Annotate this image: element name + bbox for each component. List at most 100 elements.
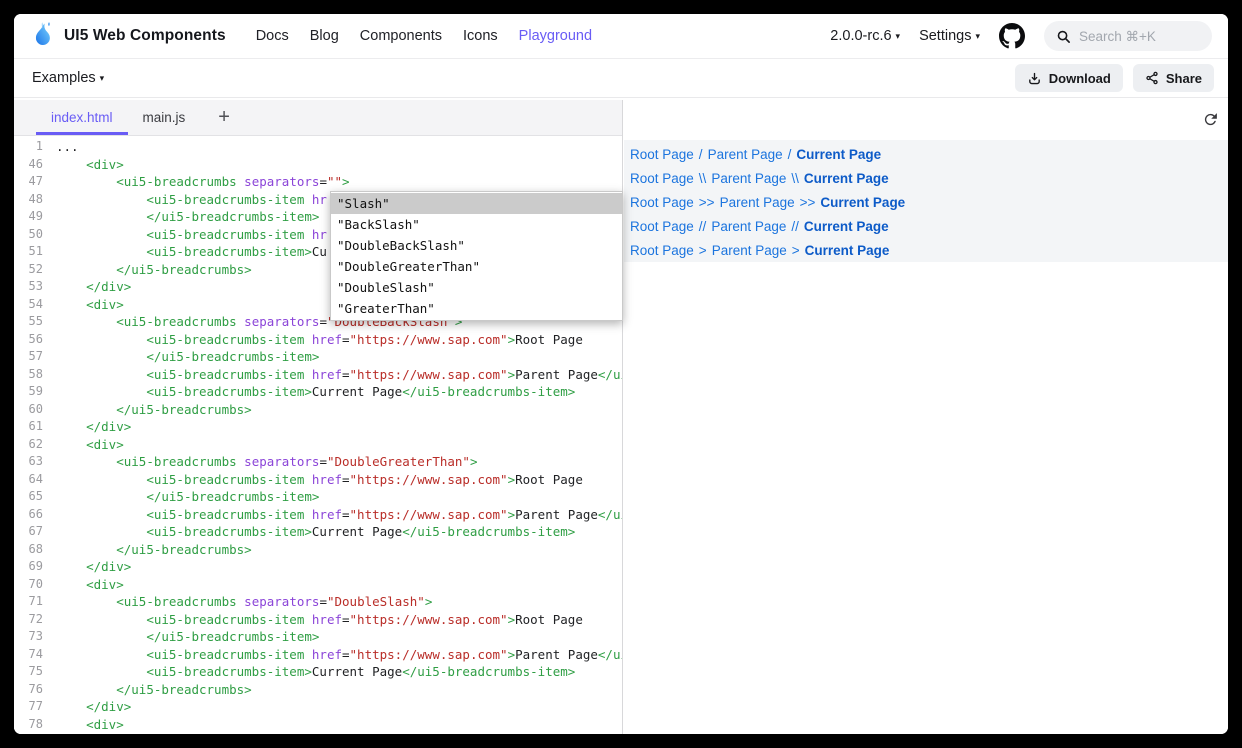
breadcrumb-link[interactable]: Parent Page bbox=[711, 219, 786, 234]
examples-dropdown[interactable]: Examples▾ bbox=[32, 69, 104, 87]
line-content: </ui5-breadcrumbs> bbox=[56, 541, 252, 559]
code-line: 61 </div> bbox=[14, 418, 622, 436]
code-line: 64 <ui5-breadcrumbs-item href="https://w… bbox=[14, 471, 622, 489]
breadcrumb-link[interactable]: Parent Page bbox=[712, 243, 787, 258]
line-number: 47 bbox=[14, 173, 56, 191]
breadcrumb-row: Root Page//Parent Page//Current Page bbox=[630, 214, 1228, 238]
editor-tab-main.js[interactable]: main.js bbox=[128, 100, 201, 135]
code-line: 59 <ui5-breadcrumbs-item>Current Page</u… bbox=[14, 383, 622, 401]
top-navbar: UI5 Web Components Docs Blog Components Ico… bbox=[14, 14, 1228, 59]
line-content: </ui5-breadcrumbs> bbox=[56, 261, 252, 279]
nav-link-icons[interactable]: Icons bbox=[463, 28, 498, 44]
line-content: <ui5-breadcrumbs-item href="https://www.… bbox=[56, 331, 583, 349]
code-line: 56 <ui5-breadcrumbs-item href="https://w… bbox=[14, 331, 622, 349]
line-number: 57 bbox=[14, 348, 56, 366]
preview-topbar bbox=[624, 100, 1228, 140]
breadcrumb-link[interactable]: Root Page bbox=[630, 219, 694, 234]
line-content: <div> bbox=[56, 436, 124, 454]
code-editor-pane[interactable]: index.htmlmain.js + 1...46 <div>47 <ui5-… bbox=[14, 100, 623, 734]
line-content: <ui5-breadcrumbs separators="DoubleSlash… bbox=[56, 593, 432, 611]
breadcrumb-link[interactable]: Root Page bbox=[630, 243, 694, 258]
code-line: 76 </ui5-breadcrumbs> bbox=[14, 681, 622, 699]
line-number: 77 bbox=[14, 698, 56, 716]
code-line: 75 <ui5-breadcrumbs-item>Current Page</u… bbox=[14, 663, 622, 681]
line-content: </ui5-breadcrumbs> bbox=[56, 401, 252, 419]
nav-link-blog[interactable]: Blog bbox=[310, 28, 339, 44]
code-line: 47 <ui5-breadcrumbs separators=""> bbox=[14, 173, 622, 191]
breadcrumb-current-page: Current Page bbox=[804, 171, 889, 186]
share-button[interactable]: Share bbox=[1133, 64, 1214, 92]
editor-tabs: index.htmlmain.js bbox=[36, 100, 200, 135]
examples-toolbar: Examples▾ Download Share bbox=[14, 59, 1228, 98]
line-number: 62 bbox=[14, 436, 56, 454]
breadcrumb-separator: // bbox=[699, 219, 707, 234]
search-box[interactable] bbox=[1044, 21, 1212, 51]
breadcrumb-link[interactable]: Parent Page bbox=[708, 147, 783, 162]
line-number: 53 bbox=[14, 278, 56, 296]
breadcrumb-link[interactable]: Root Page bbox=[630, 195, 694, 210]
chevron-down-icon: ▾ bbox=[100, 73, 105, 83]
line-number: 66 bbox=[14, 506, 56, 524]
line-number: 48 bbox=[14, 191, 56, 209]
autocomplete-option[interactable]: "Slash" bbox=[331, 193, 622, 214]
line-number: 1 bbox=[14, 138, 56, 156]
code-line: 68 </ui5-breadcrumbs> bbox=[14, 541, 622, 559]
line-content: <div> bbox=[56, 576, 124, 594]
breadcrumb-link[interactable]: Parent Page bbox=[711, 171, 786, 186]
nav-link-docs[interactable]: Docs bbox=[256, 28, 289, 44]
autocomplete-option[interactable]: "BackSlash" bbox=[331, 214, 622, 235]
breadcrumb-link[interactable]: Root Page bbox=[630, 171, 694, 186]
version-dropdown[interactable]: 2.0.0-rc.6▾ bbox=[830, 28, 900, 44]
nav-link-components[interactable]: Components bbox=[360, 28, 442, 44]
line-number: 56 bbox=[14, 331, 56, 349]
breadcrumb-link[interactable]: Root Page bbox=[630, 147, 694, 162]
line-number: 55 bbox=[14, 313, 56, 331]
download-button[interactable]: Download bbox=[1015, 64, 1123, 92]
line-number: 76 bbox=[14, 681, 56, 699]
refresh-icon[interactable] bbox=[1202, 111, 1219, 128]
breadcrumb-separator: // bbox=[791, 219, 799, 234]
nav-link-playground[interactable]: Playground bbox=[519, 28, 592, 44]
line-content: <div> bbox=[56, 716, 124, 734]
search-input[interactable] bbox=[1079, 29, 1199, 44]
brand-title: UI5 Web Components bbox=[64, 27, 226, 45]
code-line: 67 <ui5-breadcrumbs-item>Current Page</u… bbox=[14, 523, 622, 541]
chevron-down-icon: ▾ bbox=[975, 31, 980, 41]
breadcrumb-separator: \\ bbox=[699, 171, 707, 186]
breadcrumb-link[interactable]: Parent Page bbox=[720, 195, 795, 210]
code-line: 69 </div> bbox=[14, 558, 622, 576]
line-number: 72 bbox=[14, 611, 56, 629]
breadcrumb-separator: \\ bbox=[791, 171, 799, 186]
settings-dropdown[interactable]: Settings▾ bbox=[919, 28, 980, 44]
download-icon bbox=[1027, 71, 1042, 86]
line-content: <ui5-breadcrumbs separators="DoubleGreat… bbox=[56, 453, 478, 471]
line-content: <ui5-breadcrumbs-item>Current Page</ui5-… bbox=[56, 523, 575, 541]
autocomplete-option[interactable]: "GreaterThan" bbox=[331, 298, 622, 319]
line-number: 61 bbox=[14, 418, 56, 436]
code-line: 71 <ui5-breadcrumbs separators="DoubleSl… bbox=[14, 593, 622, 611]
code-line: 66 <ui5-breadcrumbs-item href="https://w… bbox=[14, 506, 622, 524]
line-content: <div> bbox=[56, 296, 124, 314]
github-link[interactable] bbox=[999, 23, 1025, 49]
line-content: <div> bbox=[56, 156, 124, 174]
header-right: 2.0.0-rc.6▾ Settings▾ bbox=[830, 21, 1212, 51]
editor-tab-index.html[interactable]: index.html bbox=[36, 100, 128, 135]
line-content: <ui5-breadcrumbs-item>Current Page</ui5-… bbox=[56, 663, 575, 681]
line-content: <ui5-breadcrumbs-item hr bbox=[56, 226, 327, 244]
code-line: 57 </ui5-breadcrumbs-item> bbox=[14, 348, 622, 366]
line-number: 75 bbox=[14, 663, 56, 681]
browser-viewport: UI5 Web Components Docs Blog Components Ico… bbox=[14, 14, 1228, 734]
line-number: 54 bbox=[14, 296, 56, 314]
add-tab-button[interactable]: + bbox=[208, 100, 240, 135]
line-number: 74 bbox=[14, 646, 56, 664]
autocomplete-option[interactable]: "DoubleSlash" bbox=[331, 277, 622, 298]
breadcrumb-current-page: Current Page bbox=[820, 195, 905, 210]
autocomplete-option[interactable]: "DoubleBackSlash" bbox=[331, 235, 622, 256]
line-content: <ui5-breadcrumbs-item href="https://www.… bbox=[56, 471, 583, 489]
line-number: 51 bbox=[14, 243, 56, 261]
brand[interactable]: UI5 Web Components bbox=[32, 21, 226, 52]
line-content: </div> bbox=[56, 698, 131, 716]
autocomplete-option[interactable]: "DoubleGreaterThan" bbox=[331, 256, 622, 277]
line-number: 67 bbox=[14, 523, 56, 541]
breadcrumb-current-page: Current Page bbox=[796, 147, 881, 162]
